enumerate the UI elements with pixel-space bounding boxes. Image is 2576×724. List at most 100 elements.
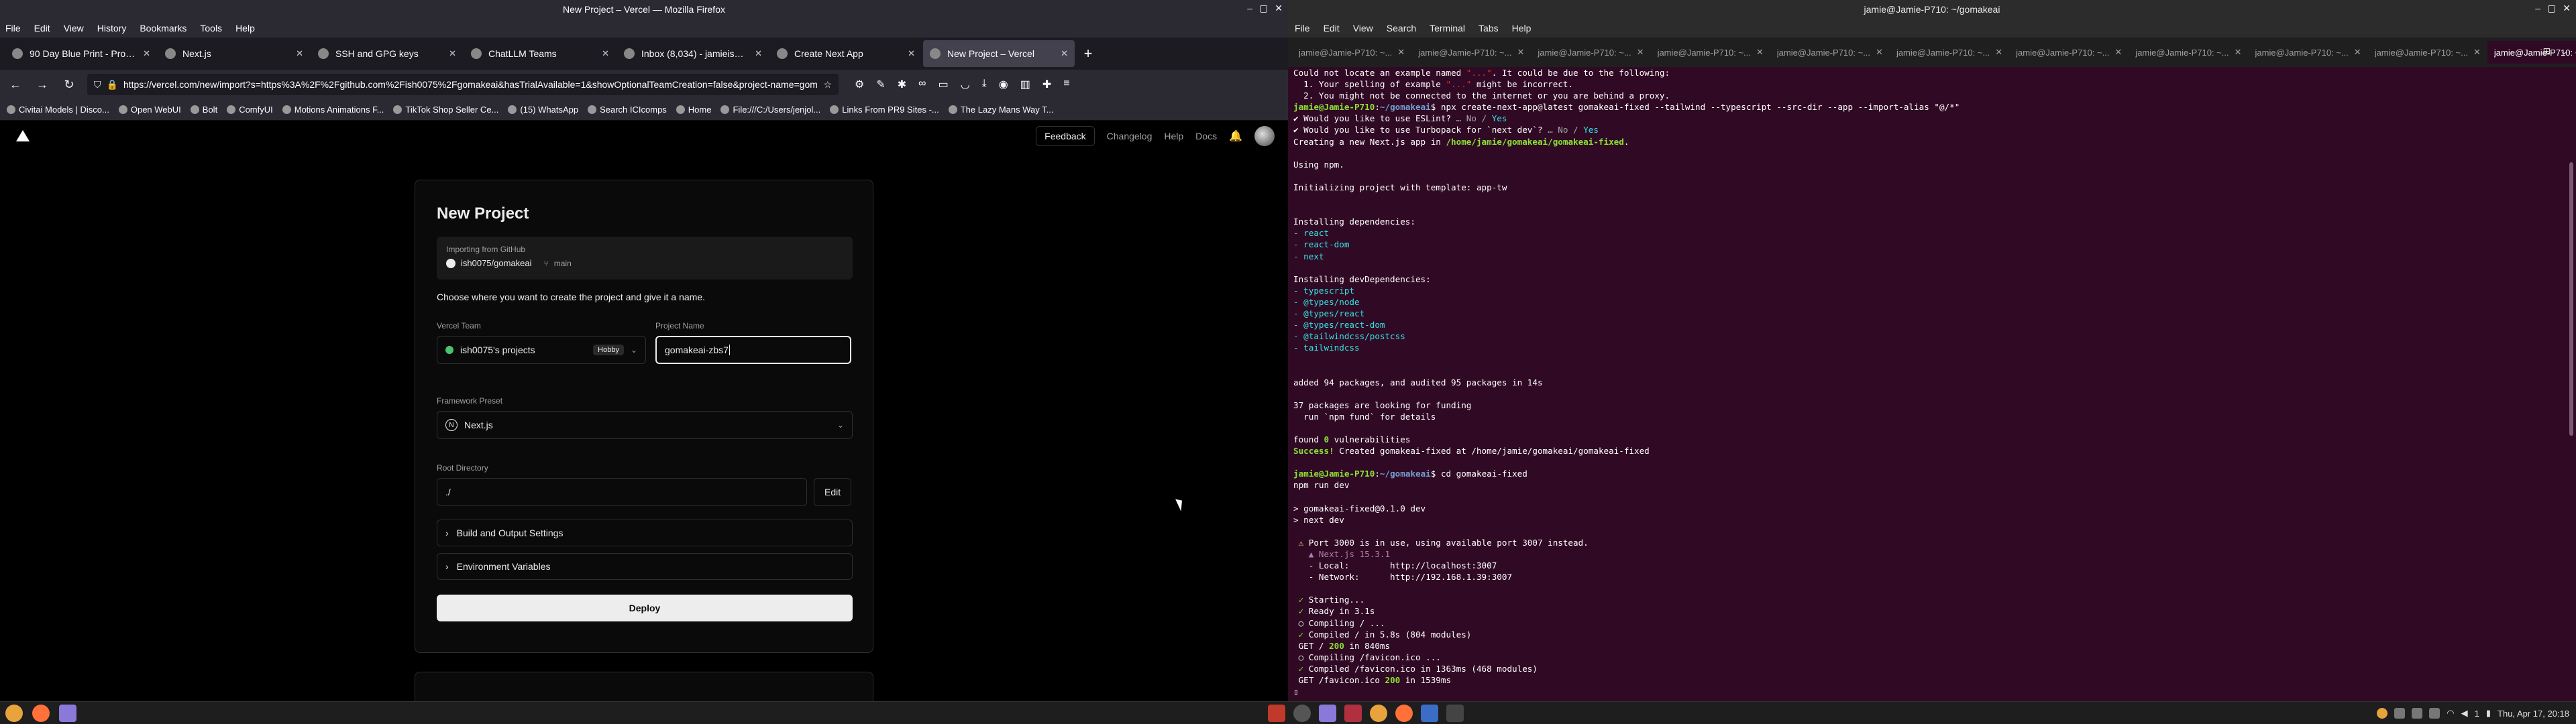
app-icon-7[interactable] bbox=[1421, 705, 1438, 722]
bookmark-item[interactable]: Motions Animations F... bbox=[282, 105, 384, 115]
url-bar[interactable]: ⛉ 🔒 https://vercel.com/new/import?s=http… bbox=[87, 74, 839, 95]
root-directory-input[interactable]: ./ bbox=[437, 478, 808, 506]
bookmark-item[interactable]: The Lazy Mans Way T... bbox=[948, 105, 1053, 115]
terminal-tab[interactable]: jamie@Jamie-P710: ~... ✕ bbox=[1890, 41, 2009, 64]
terminal-tab[interactable]: jamie@Jamie-P710: ~... ✕ bbox=[1770, 41, 1890, 64]
close-icon[interactable]: ✕ bbox=[2473, 47, 2481, 58]
terminal-menu-terminal[interactable]: Terminal bbox=[1430, 23, 1465, 34]
menu-item-help[interactable]: Help bbox=[235, 23, 255, 34]
framework-select[interactable]: N Next.js ⌄ bbox=[437, 411, 853, 439]
close-icon[interactable]: ✕ bbox=[1275, 3, 1283, 14]
terminal-tab[interactable]: jamie@Jamie-P710: ~... ✕ bbox=[2009, 41, 2129, 64]
nav-link-help[interactable]: Help bbox=[1164, 131, 1183, 141]
bookmark-item[interactable]: Civitai Models | Disco... bbox=[7, 105, 109, 115]
lock-icon[interactable]: 🔒 bbox=[107, 79, 118, 90]
terminal-tab[interactable]: jamie@Jamie-P710: ~... ✕ bbox=[1651, 41, 1770, 64]
browser-tab[interactable]: SSH and GPG keys ✕ bbox=[311, 40, 463, 67]
close-icon[interactable]: ✕ bbox=[1061, 48, 1068, 59]
firefox-icon[interactable] bbox=[32, 704, 50, 722]
forward-icon[interactable]: → bbox=[34, 78, 51, 92]
minimize-icon[interactable]: – bbox=[1247, 3, 1252, 14]
chrome-tray-icon[interactable] bbox=[2377, 708, 2388, 719]
app-icon-1[interactable] bbox=[1268, 705, 1285, 722]
bookmark-item[interactable]: Home bbox=[676, 105, 711, 115]
reload-icon[interactable]: ↻ bbox=[60, 78, 78, 92]
app-icon-6[interactable] bbox=[1395, 705, 1413, 722]
back-icon[interactable]: ← bbox=[7, 78, 24, 92]
tray-icon-3[interactable] bbox=[2429, 708, 2440, 719]
menu-icon[interactable]: ≡ bbox=[1063, 78, 1069, 91]
close-icon[interactable]: ✕ bbox=[2235, 47, 2242, 58]
terminal-tab[interactable]: jamie@Jamie-P710: ~... ✕ bbox=[1292, 41, 1411, 64]
maximize-icon[interactable]: ▢ bbox=[2547, 3, 2556, 14]
wifi-icon[interactable]: ◠ bbox=[2447, 708, 2454, 719]
close-icon[interactable]: ✕ bbox=[1756, 47, 1764, 58]
pen-icon[interactable]: ✎ bbox=[876, 78, 885, 91]
vercel-logo-icon[interactable] bbox=[16, 130, 30, 141]
bookmark-item[interactable]: ComfyUI bbox=[227, 105, 273, 115]
close-icon[interactable]: ✕ bbox=[1637, 47, 1644, 58]
bookmark-item[interactable]: Open WebUI bbox=[118, 105, 181, 115]
app-icon-4[interactable] bbox=[1344, 705, 1362, 722]
terminal-tab[interactable]: jamie@Jamie-P710: ~... ✕ bbox=[1531, 41, 1650, 64]
close-icon[interactable]: ✕ bbox=[908, 48, 915, 59]
download-icon[interactable]: ⤓ bbox=[982, 78, 987, 91]
bookmark-item[interactable]: TikTok Shop Seller Ce... bbox=[393, 105, 498, 115]
deploy-button[interactable]: Deploy bbox=[437, 595, 853, 621]
bookmark-item[interactable]: Links From PR9 Sites -... bbox=[830, 105, 939, 115]
app-icon-5[interactable] bbox=[1370, 705, 1387, 722]
folder-icon[interactable]: ▭ bbox=[938, 78, 949, 91]
nav-link-docs[interactable]: Docs bbox=[1195, 131, 1217, 141]
tray-icon-2[interactable] bbox=[2412, 708, 2423, 719]
menu-item-view[interactable]: View bbox=[64, 23, 84, 34]
feedback-button[interactable]: Feedback bbox=[1036, 126, 1095, 146]
close-icon[interactable]: ✕ bbox=[143, 48, 150, 59]
extension-icon[interactable]: ⚙ bbox=[855, 78, 864, 91]
menu-item-edit[interactable]: Edit bbox=[34, 23, 50, 34]
nav-link-changelog[interactable]: Changelog bbox=[1107, 131, 1152, 141]
browser-tab[interactable]: 90 Day Blue Print - Project | G ✕ bbox=[5, 40, 157, 67]
volume-icon[interactable]: ◀ bbox=[2461, 708, 2468, 719]
menu-item-history[interactable]: History bbox=[97, 23, 127, 34]
minimize-icon[interactable]: – bbox=[2535, 3, 2540, 14]
tools-icon[interactable]: ✱ bbox=[898, 78, 906, 91]
tray-icon-1[interactable] bbox=[2394, 708, 2406, 719]
close-icon[interactable]: ✕ bbox=[1995, 47, 2002, 58]
browser-tab[interactable]: Next.js ✕ bbox=[158, 40, 310, 67]
close-icon[interactable]: ✕ bbox=[2563, 3, 2571, 14]
repo-name[interactable]: ish0075/gomakeai bbox=[461, 258, 532, 268]
browser-tab[interactable]: ChatLLM Teams ✕ bbox=[464, 40, 616, 67]
bell-icon[interactable]: 🔔 bbox=[1229, 129, 1242, 143]
files-icon[interactable] bbox=[59, 704, 76, 722]
env-vars-accordion[interactable]: › Environment Variables bbox=[437, 553, 853, 580]
battery-icon[interactable]: ▮ bbox=[2486, 708, 2491, 719]
clock[interactable]: Thu, Apr 17, 20:18 bbox=[2498, 709, 2569, 719]
new-tab-icon[interactable]: ⊞ bbox=[2543, 46, 2551, 57]
terminal-menu-file[interactable]: File bbox=[1295, 23, 1310, 34]
library-icon[interactable]: ▥ bbox=[1020, 78, 1030, 91]
bookmark-item[interactable]: File:///C:/Users/jenjol... bbox=[720, 105, 820, 115]
bookmark-item[interactable]: Search ICIcomps bbox=[588, 105, 667, 115]
terminal-menu-help[interactable]: Help bbox=[1512, 23, 1532, 34]
close-icon[interactable]: ✕ bbox=[602, 48, 609, 59]
app-icon-8[interactable] bbox=[1446, 705, 1464, 722]
url-text[interactable]: https://vercel.com/new/import?s=https%3A… bbox=[123, 79, 818, 90]
edit-root-button[interactable]: Edit bbox=[814, 478, 851, 506]
project-name-input[interactable]: gomakeai-zbs7 bbox=[655, 336, 851, 364]
extensions-puzzle-icon[interactable]: ✚ bbox=[1042, 78, 1051, 91]
terminal-tab[interactable]: jamie@Jamie-P710: ~... ✕ bbox=[1411, 41, 1531, 64]
browser-tab[interactable]: Create Next App ✕ bbox=[770, 40, 922, 67]
close-icon[interactable]: ✕ bbox=[449, 48, 456, 59]
pocket-icon[interactable]: ◡ bbox=[961, 78, 970, 91]
close-icon[interactable]: ✕ bbox=[755, 48, 762, 59]
bookmark-item[interactable]: Bolt bbox=[190, 105, 217, 115]
terminal-menu-view[interactable]: View bbox=[1353, 23, 1373, 34]
chrome-icon[interactable] bbox=[5, 704, 23, 722]
app-icon-2[interactable] bbox=[1293, 705, 1311, 722]
app-icon-3[interactable] bbox=[1319, 705, 1336, 722]
terminal-tab[interactable]: jamie@Jamie-P710: ~... ✕ bbox=[2129, 41, 2248, 64]
menu-item-tools[interactable]: Tools bbox=[200, 23, 222, 34]
bookmark-star-icon[interactable]: ☆ bbox=[823, 79, 832, 90]
shield-icon[interactable]: ⛉ bbox=[94, 79, 101, 90]
close-icon[interactable]: ✕ bbox=[1517, 47, 1524, 58]
